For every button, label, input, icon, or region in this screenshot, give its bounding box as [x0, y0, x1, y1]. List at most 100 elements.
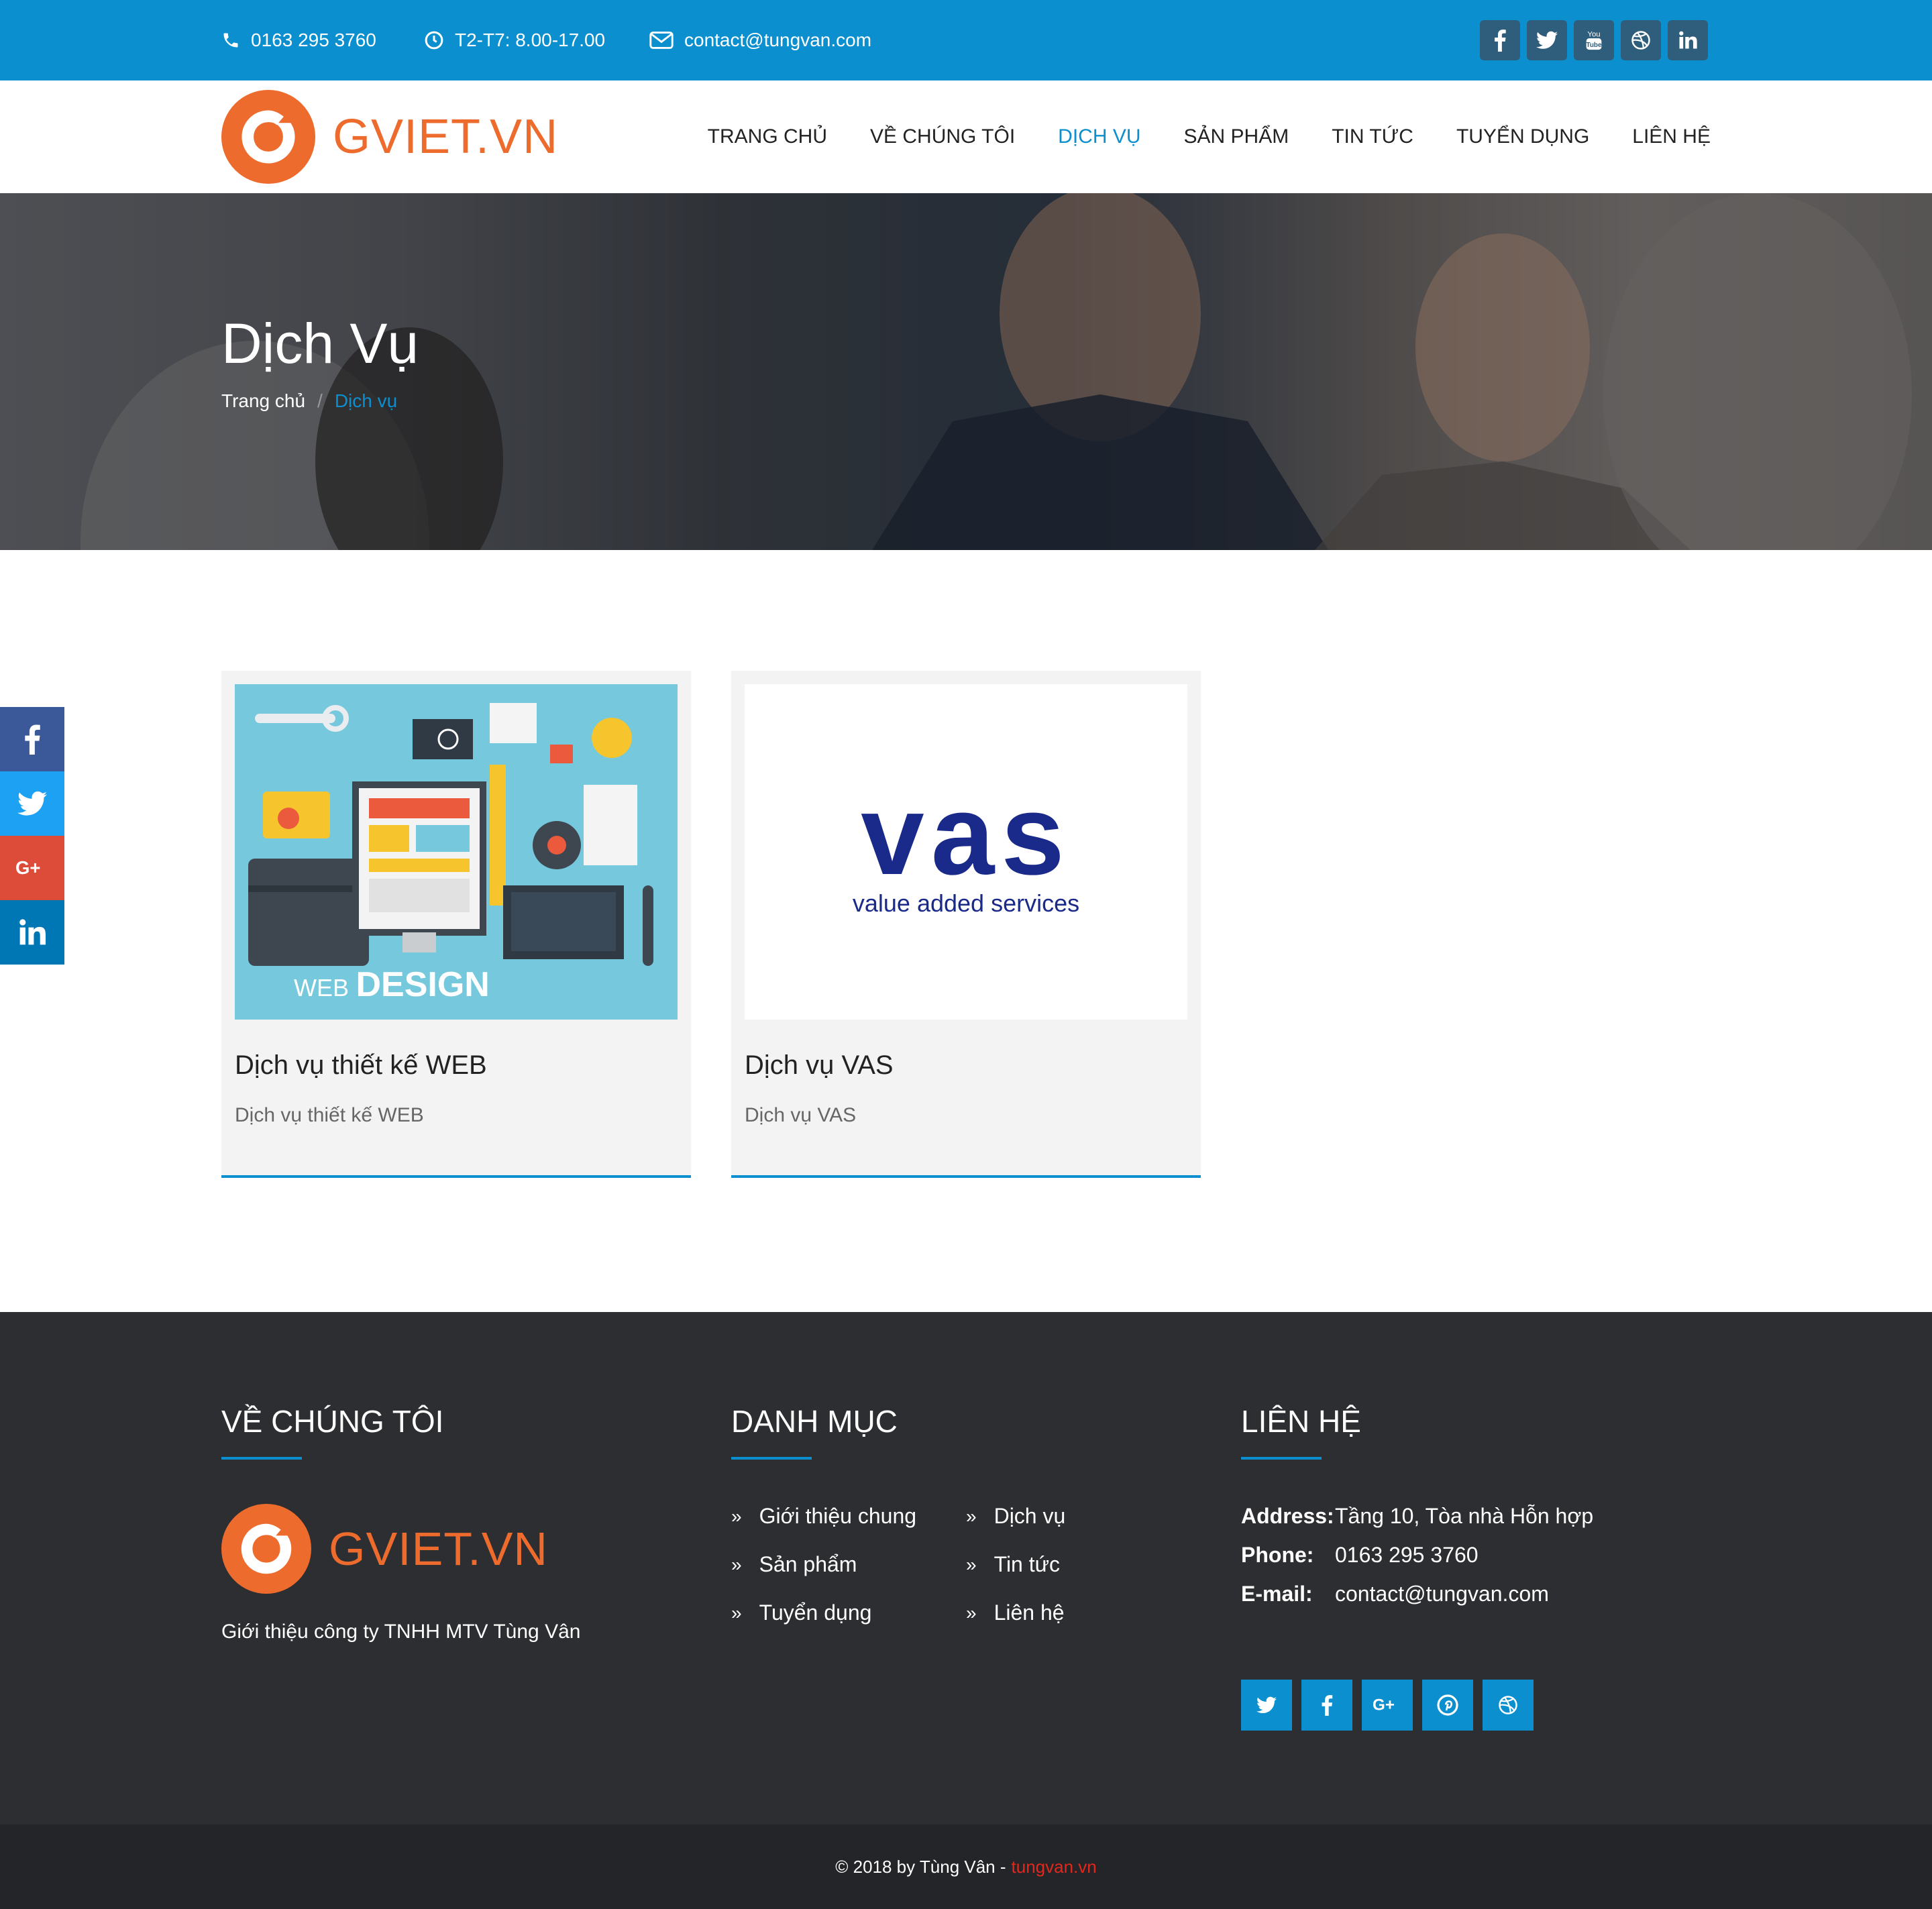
service-card-desc: Dịch vụ VAS [745, 1104, 857, 1126]
top-phone-text: 0163 295 3760 [251, 30, 376, 50]
linkedin-icon[interactable] [1668, 20, 1708, 60]
top-hours-text: T2-T7: 8.00-17.00 [455, 30, 606, 50]
footer-link-tuyen-dung[interactable]: » Tuyển dụng [731, 1600, 871, 1625]
svg-text:You: You [1587, 30, 1600, 38]
footer-link-gioi-thieu[interactable]: » Giới thiệu chung [731, 1504, 916, 1529]
nav-item-ve-chung-toi[interactable]: VỀ CHÚNG TÔI [870, 125, 1015, 148]
phone-value[interactable]: 0163 295 3760 [1335, 1543, 1479, 1568]
phone-icon [223, 33, 238, 48]
footer-link-label: Tin tức [994, 1552, 1061, 1576]
site-footer: VỀ CHÚNG TÔI GVIET.VN Giới thiệu công ty… [0, 1312, 1932, 1824]
footer-about-title: VỀ CHÚNG TÔI [221, 1404, 444, 1460]
nav-item-dich-vu[interactable]: DỊCH VỤ [1058, 125, 1140, 148]
side-share-bar: G+ [0, 707, 64, 965]
web-design-caption-prefix: WEB [294, 974, 350, 1001]
google-plus-icon[interactable]: G+ [0, 836, 64, 900]
page-title: Dịch Vụ [221, 312, 419, 375]
breadcrumb-home[interactable]: Trang chủ [221, 390, 305, 411]
vas-logo-subtitle: value added services [852, 889, 1080, 917]
top-email[interactable]: contact@tungvan.com [649, 0, 871, 80]
email-value[interactable]: contact@tungvan.com [1335, 1582, 1549, 1606]
copyright-text: © 2018 by Tùng Vân - [835, 1856, 1006, 1877]
page-banner: Dịch Vụ Trang chủ / Dịch vụ [0, 193, 1932, 550]
web-design-caption: WEB DESIGN [294, 965, 490, 1005]
svg-text:Tube: Tube [1587, 42, 1602, 49]
footer-logo[interactable]: GVIET.VN [221, 1504, 548, 1594]
top-phone[interactable]: 0163 295 3760 [221, 0, 376, 80]
footer-social-links: G+ [1241, 1680, 1534, 1731]
logo-badge-icon [221, 1504, 311, 1594]
logo-text: GVIET.VN [333, 110, 559, 164]
svg-text:G+: G+ [1373, 1696, 1395, 1714]
breadcrumb: Trang chủ / Dịch vụ [221, 390, 397, 412]
address-value: Tầng 10, Tòa nhà Hỗn hợp [1335, 1504, 1594, 1528]
footer-link-label: Liên hệ [994, 1600, 1065, 1625]
footer-link-san-pham[interactable]: » Sản phẩm [731, 1552, 857, 1577]
phone-label: Phone: [1241, 1543, 1314, 1567]
footer-link-tin-tuc[interactable]: » Tin tức [966, 1552, 1060, 1577]
site-logo[interactable]: GVIET.VN [221, 90, 558, 184]
copyright-brand-link[interactable]: tungvan.vn [1012, 1857, 1097, 1877]
address-label: Address: [1241, 1504, 1334, 1528]
footer-menu-title: DANH MỤC [731, 1404, 898, 1460]
top-social-links: You Tube [1480, 20, 1708, 60]
footer-address: Address: Tầng 10, Tòa nhà Hỗn hợp [1241, 1504, 1593, 1529]
service-card-web[interactable]: WEB DESIGN Dịch vụ thiết kế WEB Dịch vụ … [221, 671, 691, 1178]
main-nav: TRANG CHỦ VỀ CHÚNG TÔI DỊCH VỤ SẢN PHẨM … [708, 80, 1711, 193]
top-bar: 0163 295 3760 T2-T7: 8.00-17.00 contact@… [0, 0, 1932, 80]
footer-contact-title: LIÊN HỆ [1241, 1404, 1361, 1460]
google-plus-icon[interactable]: G+ [1362, 1680, 1413, 1731]
footer-about-text: Giới thiệu công ty TNHH MTV Tùng Vân [221, 1621, 581, 1643]
footer-link-label: Tuyển dụng [759, 1600, 872, 1625]
clock-icon [425, 31, 443, 50]
breadcrumb-separator: / [317, 390, 323, 411]
service-card-title[interactable]: Dịch vụ VAS [745, 1050, 894, 1081]
youtube-icon[interactable]: You Tube [1574, 20, 1614, 60]
nav-item-san-pham[interactable]: SẢN PHẨM [1184, 125, 1289, 148]
footer-link-label: Sản phẩm [759, 1552, 857, 1576]
svg-text:G+: G+ [15, 858, 40, 878]
chevron-right-icon: » [731, 1553, 742, 1575]
facebook-icon[interactable] [1480, 20, 1520, 60]
facebook-icon[interactable] [0, 707, 64, 771]
logo-badge-icon [221, 90, 315, 184]
nav-item-tin-tuc[interactable]: TIN TỨC [1332, 125, 1413, 148]
service-card-vas[interactable]: vas value added services Dịch vụ VAS Dịc… [731, 671, 1201, 1178]
footer-logo-text: GVIET.VN [329, 1523, 548, 1575]
chevron-right-icon: » [731, 1602, 742, 1623]
nav-item-tuyen-dung[interactable]: TUYỂN DỤNG [1456, 125, 1589, 148]
top-hours: T2-T7: 8.00-17.00 [424, 0, 605, 80]
email-label: E-mail: [1241, 1582, 1313, 1606]
twitter-icon[interactable] [1241, 1680, 1292, 1731]
vas-logo-word: vas [861, 771, 1071, 899]
dribbble-icon[interactable] [1483, 1680, 1534, 1731]
chevron-right-icon: » [966, 1602, 977, 1623]
footer-link-label: Dịch vụ [994, 1504, 1066, 1528]
vas-image[interactable]: vas value added services [745, 684, 1187, 1020]
web-design-caption-word: DESIGN [356, 965, 490, 1004]
chevron-right-icon: » [731, 1505, 742, 1527]
footer-link-dich-vu[interactable]: » Dịch vụ [966, 1504, 1065, 1529]
nav-item-lien-he[interactable]: LIÊN HỆ [1632, 125, 1711, 148]
footer-email: E-mail: contact@tungvan.com [1241, 1582, 1549, 1606]
facebook-icon[interactable] [1301, 1680, 1352, 1731]
web-design-image[interactable]: WEB DESIGN [235, 684, 678, 1020]
twitter-icon[interactable] [0, 771, 64, 836]
breadcrumb-current: Dịch vụ [334, 390, 398, 411]
pinterest-icon[interactable] [1422, 1680, 1473, 1731]
chevron-right-icon: » [966, 1553, 977, 1575]
footer-phone: Phone: 0163 295 3760 [1241, 1543, 1479, 1568]
dribbble-icon[interactable] [1621, 20, 1661, 60]
nav-item-trang-chu[interactable]: TRANG CHỦ [708, 125, 827, 148]
service-card-desc: Dịch vụ thiết kế WEB [235, 1104, 424, 1126]
chevron-right-icon: » [966, 1505, 977, 1527]
top-email-text: contact@tungvan.com [684, 30, 872, 50]
linkedin-icon[interactable] [0, 900, 64, 965]
service-card-title[interactable]: Dịch vụ thiết kế WEB [235, 1050, 487, 1081]
twitter-icon[interactable] [1527, 20, 1567, 60]
footer-link-lien-he[interactable]: » Liên hệ [966, 1600, 1065, 1625]
vas-logo: vas value added services [745, 771, 1187, 918]
footer-link-label: Giới thiệu chung [759, 1504, 917, 1528]
copyright-bar: © 2018 by Tùng Vân - tungvan.vn [0, 1824, 1932, 1909]
envelope-icon [649, 32, 674, 49]
